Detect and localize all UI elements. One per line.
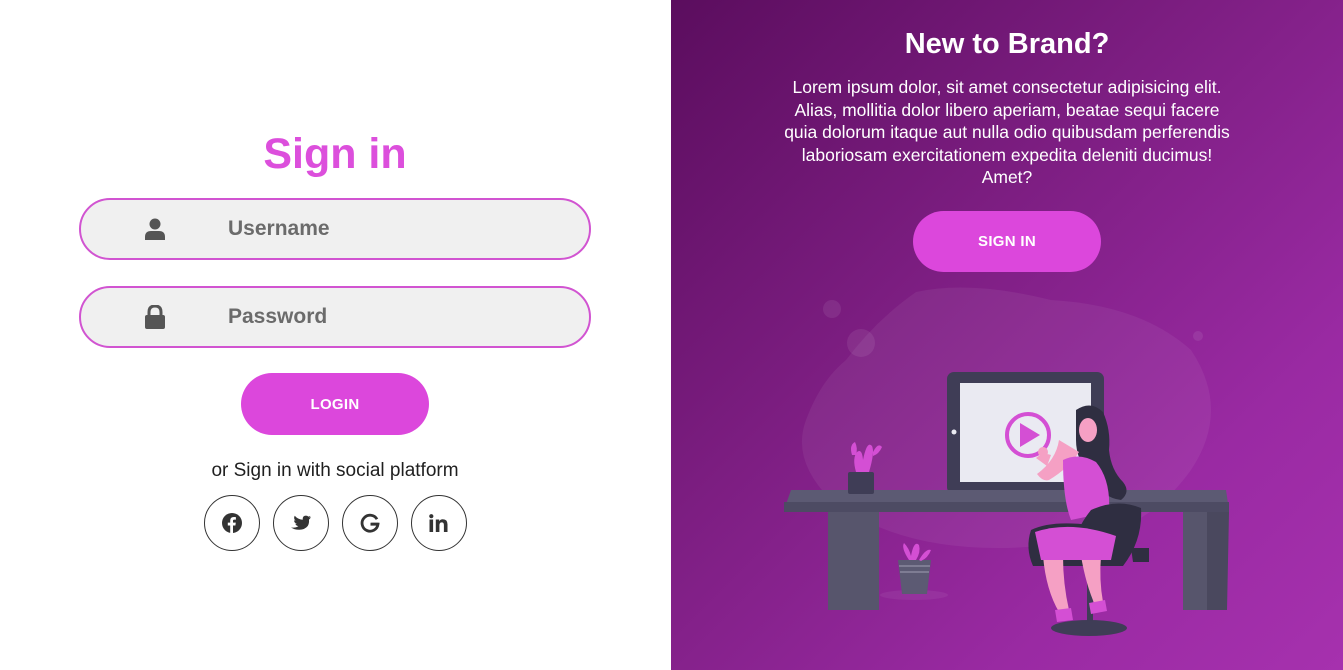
username-input[interactable] [226, 200, 565, 258]
auth-page: Sign in LOGIN [0, 0, 1343, 670]
lock-icon [143, 305, 167, 329]
signin-form: Sign in LOGIN [79, 128, 591, 551]
twitter-icon [290, 515, 311, 530]
signin-panel: Sign in LOGIN [0, 0, 671, 670]
password-input[interactable] [226, 288, 565, 346]
twitter-button[interactable] [272, 495, 329, 551]
facebook-icon [221, 513, 242, 533]
signup-panel: New to Brand? Lorem ipsum dolor, sit ame… [671, 0, 1343, 670]
desk-illustration [784, 287, 1229, 636]
google-button[interactable] [341, 495, 398, 551]
social-signin-text: or Sign in with social platform [211, 460, 459, 481]
password-field [79, 286, 591, 348]
social-icons [203, 495, 467, 551]
linkedin-button[interactable] [410, 495, 467, 551]
linkedin-icon [429, 514, 448, 532]
username-field [79, 198, 591, 260]
facebook-button[interactable] [203, 495, 260, 551]
signin-title: Sign in [263, 130, 407, 178]
user-icon [143, 217, 167, 241]
google-icon [360, 513, 380, 533]
login-button[interactable]: LOGIN [241, 373, 429, 435]
